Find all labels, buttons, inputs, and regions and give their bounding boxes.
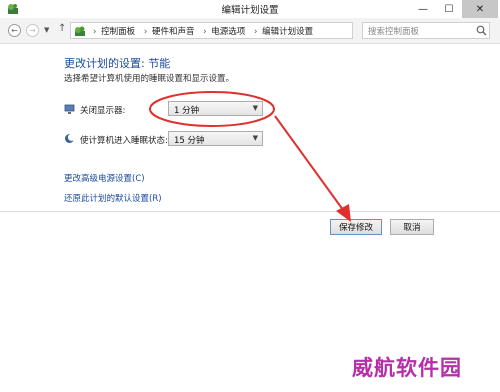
display-off-label: 关闭显示器: [80, 106, 126, 116]
advanced-power-settings-link[interactable]: 更改高级电源设置(C) [64, 172, 145, 184]
monitor-icon [64, 104, 75, 114]
cancel-button[interactable]: 取消 [390, 219, 434, 235]
annotation-arrow-line [274, 115, 347, 215]
sleep-value: 15 分钟 [174, 136, 205, 146]
back-arrow-icon[interactable]: ← [8, 24, 21, 37]
page-description: 选择希望计算机使用的睡眠设置和显示设置。 [64, 74, 235, 84]
sleep-label: 使计算机进入睡眠状态: [80, 136, 168, 146]
breadcrumb-separator: › [143, 27, 148, 37]
search-icon[interactable] [476, 25, 487, 36]
save-button[interactable]: 保存修改 [330, 219, 382, 235]
title-bar: 编辑计划设置 — ☐ ✕ [0, 0, 500, 18]
minimize-button[interactable]: — [410, 0, 436, 18]
breadcrumb-separator: › [203, 27, 207, 37]
sleep-select[interactable]: 15 分钟 ▼ [168, 131, 263, 146]
chevron-down-icon: ▼ [252, 134, 258, 142]
watermark: 威航软件园 [352, 355, 462, 380]
navigation-bar: ← → ▼ ↑ › 控制面板 › 硬件和声音 › 电源选项 › 编辑计划设置 ▼… [0, 18, 500, 44]
footer-divider [0, 211, 500, 212]
recent-locations-chevron-icon[interactable]: ▼ [44, 26, 49, 34]
breadcrumb-hardware-sound[interactable]: 硬件和声音 [152, 27, 195, 37]
breadcrumb-control-panel[interactable]: 控制面板 [101, 27, 135, 37]
breadcrumb-separator: › [253, 27, 258, 37]
search-input[interactable]: 搜索控制面板 [362, 22, 490, 39]
display-off-select[interactable]: 1 分钟 ▼ [168, 101, 263, 116]
maximize-button[interactable]: ☐ [436, 0, 462, 18]
breadcrumb-edit-plan[interactable]: 编辑计划设置 [262, 27, 313, 37]
display-off-value: 1 分钟 [174, 106, 200, 116]
up-arrow-icon[interactable]: ↑ [58, 23, 66, 34]
restore-defaults-link[interactable]: 还原此计划的默认设置(R) [64, 192, 162, 204]
page-title: 更改计划的设置: 节能 [64, 57, 171, 70]
breadcrumb-separator: › [93, 27, 97, 37]
chevron-down-icon: ▼ [252, 104, 258, 112]
breadcrumb: › 控制面板 › 硬件和声音 › 电源选项 › 编辑计划设置 [89, 25, 315, 37]
sleep-moon-icon [65, 133, 75, 143]
forward-arrow-icon[interactable]: → [26, 24, 39, 37]
breadcrumb-power-options[interactable]: 电源选项 [211, 27, 245, 37]
control-panel-icon [75, 26, 85, 36]
close-button[interactable]: ✕ [462, 0, 498, 18]
address-bar[interactable]: › 控制面板 › 硬件和声音 › 电源选项 › 编辑计划设置 ▼ ↻ [70, 22, 422, 39]
